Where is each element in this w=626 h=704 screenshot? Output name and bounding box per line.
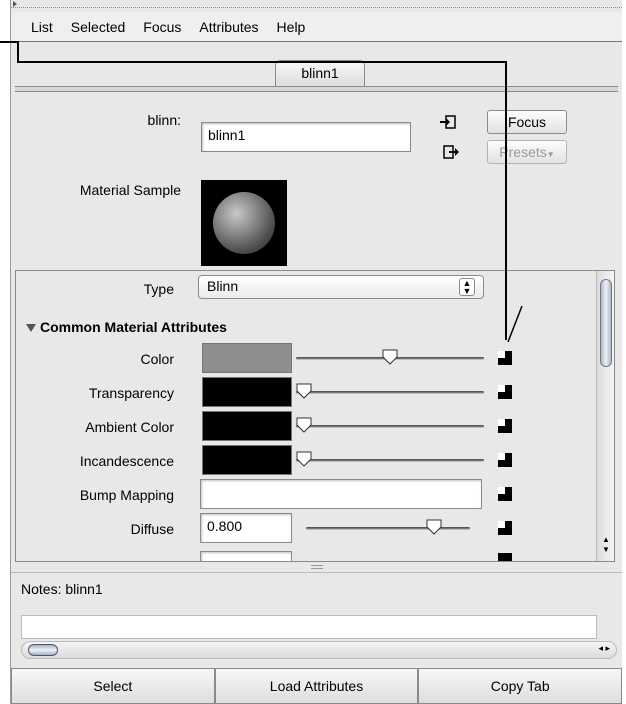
attr-label: Ambient Color (85, 419, 174, 435)
type-row: Type Blinn ▲ ▼ (16, 271, 592, 303)
output-connection-icon[interactable] (443, 144, 461, 160)
attr-row-transparency: Transparency (16, 377, 592, 409)
tab-strip: blinn1 (11, 52, 622, 94)
menu-attributes[interactable]: Attributes (199, 19, 258, 35)
map-button-icon[interactable] (498, 453, 512, 467)
slider-thumb-icon[interactable] (426, 519, 442, 535)
notes-horizontal-scrollbar[interactable]: ◂ ▸ (21, 641, 617, 659)
chevron-down-icon: ▼ (546, 150, 555, 159)
notes-textarea[interactable] (21, 615, 597, 639)
scroll-arrows-icon[interactable]: ◂ ▸ (598, 643, 610, 654)
map-button-icon[interactable] (498, 553, 512, 562)
incandescence-slider-track[interactable] (296, 459, 484, 462)
map-button-icon[interactable] (498, 351, 512, 365)
presets-label: Presets (499, 144, 547, 160)
ambient-color-swatch[interactable] (202, 411, 292, 441)
scroll-arrows-icon[interactable]: ▲ ▼ (600, 535, 612, 555)
transparency-slider-track[interactable] (296, 391, 484, 394)
map-button-icon[interactable] (498, 419, 512, 433)
section-expanded-triangle-icon (26, 324, 36, 333)
tab-blinn1[interactable]: blinn1 (275, 60, 365, 86)
menu-selected[interactable]: Selected (71, 19, 125, 35)
slider-thumb-icon[interactable] (296, 417, 312, 433)
type-dropdown[interactable]: Blinn ▲ ▼ (198, 275, 484, 299)
attr-row-color: Color (16, 343, 592, 375)
notes-label: Notes: blinn1 (21, 581, 103, 597)
copy-tab-button[interactable]: Copy Tab (418, 668, 623, 704)
menu-help[interactable]: Help (277, 19, 306, 35)
transparency-swatch[interactable] (202, 377, 292, 407)
menu-focus[interactable]: Focus (143, 19, 181, 35)
map-button-icon[interactable] (498, 521, 512, 535)
section-title: Common Material Attributes (40, 319, 227, 335)
diffuse-slider-track[interactable] (306, 527, 470, 530)
node-name-field[interactable]: blinn1 (201, 122, 411, 152)
slider-thumb-icon[interactable] (296, 451, 312, 467)
load-attributes-button[interactable]: Load Attributes (214, 668, 419, 704)
bump-mapping-field[interactable] (200, 479, 482, 509)
attr-row-ambient-color: Ambient Color (16, 411, 592, 443)
attr-row-cut-off (16, 551, 592, 562)
presets-button[interactable]: Presets▼ (487, 140, 567, 164)
attr-label: Incandescence (79, 453, 174, 469)
cut-off-value-field[interactable] (200, 551, 292, 561)
slider-thumb-icon[interactable] (382, 349, 398, 365)
incandescence-swatch[interactable] (202, 445, 292, 475)
sphere-preview-icon (213, 192, 275, 254)
notes-section: Notes: blinn1 ◂ ▸ (11, 572, 622, 664)
spinner-arrows-icon: ▲ ▼ (459, 278, 475, 296)
attr-label: Color (140, 351, 174, 367)
node-header: blinn: blinn1 Focus Presets▼ Material Sa… (11, 96, 622, 268)
type-label: Type (143, 281, 174, 297)
scroll-thumb[interactable] (600, 279, 612, 367)
material-sample-label: Material Sample (79, 182, 181, 198)
section-common-material-attributes[interactable]: Common Material Attributes (26, 319, 227, 335)
type-value: Blinn (207, 278, 239, 294)
focus-button[interactable]: Focus (487, 110, 567, 134)
attr-row-bump-mapping: Bump Mapping (16, 479, 592, 511)
input-connection-icon[interactable] (439, 114, 457, 130)
collapse-triangle-icon[interactable] (13, 1, 17, 7)
attr-label: Transparency (88, 385, 174, 401)
ambient-slider-track[interactable] (296, 425, 484, 428)
map-button-icon[interactable] (498, 385, 512, 399)
window-drag-strip[interactable] (11, 0, 622, 8)
attr-label: Bump Mapping (79, 487, 174, 503)
select-button[interactable]: Select (11, 668, 215, 704)
attr-label: Diffuse (130, 521, 174, 537)
material-sample-swatch (201, 180, 287, 266)
attr-row-diffuse: Diffuse 0.800 (16, 513, 592, 545)
color-swatch[interactable] (202, 343, 292, 373)
attribute-editor-window: List Selected Focus Attributes Help blin… (10, 0, 623, 704)
diffuse-value-field[interactable]: 0.800 (200, 513, 292, 543)
node-type-label: blinn: (147, 112, 181, 128)
bottom-button-bar: Select Load Attributes Copy Tab (11, 668, 623, 704)
tab-divider (15, 86, 618, 92)
attribute-vertical-scrollbar[interactable]: ▲ ▼ (596, 271, 614, 561)
scroll-thumb[interactable] (28, 644, 58, 656)
attr-row-incandescence: Incandescence (16, 445, 592, 477)
map-button-icon[interactable] (498, 487, 512, 501)
attribute-panel: Type Blinn ▲ ▼ Common Material Attributes… (15, 270, 615, 562)
menu-list[interactable]: List (31, 19, 53, 35)
pane-resize-grip[interactable] (311, 565, 323, 569)
slider-thumb-icon[interactable] (296, 383, 312, 399)
menubar: List Selected Focus Attributes Help (11, 12, 622, 42)
